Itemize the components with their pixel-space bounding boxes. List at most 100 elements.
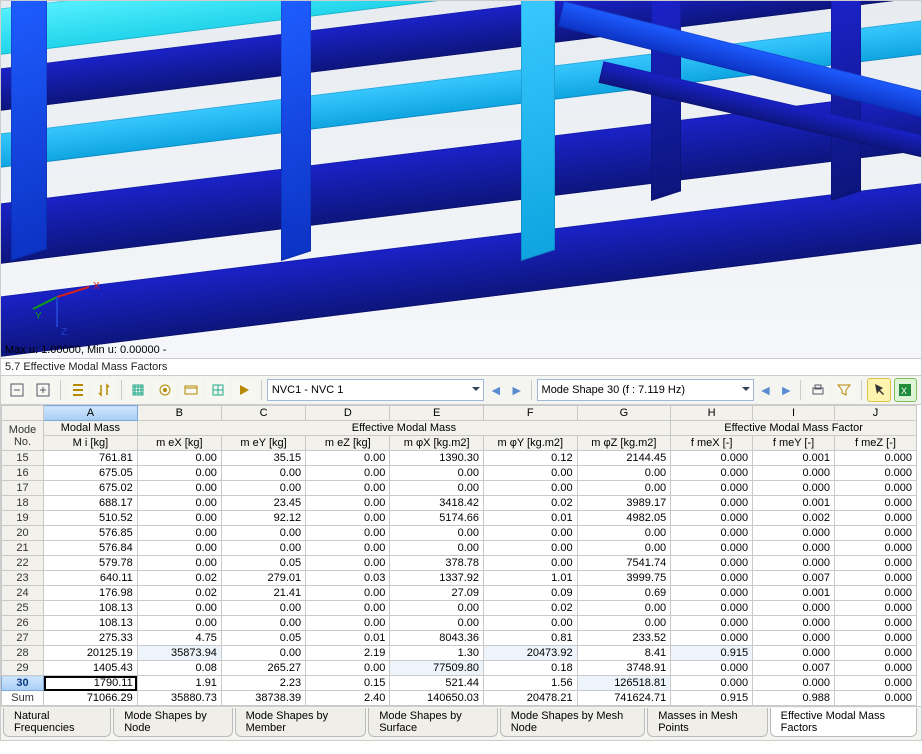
cell[interactable]: 0.00 xyxy=(306,616,390,631)
col-letter-J[interactable]: J xyxy=(834,406,916,421)
cell[interactable]: 0.000 xyxy=(671,451,753,466)
cell[interactable]: 0.08 xyxy=(137,661,221,676)
cell[interactable]: 640.11 xyxy=(44,571,138,586)
cell[interactable]: 0.01 xyxy=(306,631,390,646)
table-row[interactable]: 22579.780.000.050.00378.780.007541.740.0… xyxy=(2,556,917,571)
table-row[interactable]: 2820125.1935873.940.002.191.3020473.928.… xyxy=(2,646,917,661)
next-mode-button[interactable]: ► xyxy=(777,383,795,397)
cell[interactable]: 0.000 xyxy=(834,526,916,541)
cell[interactable]: 0.15 xyxy=(306,676,390,691)
cell[interactable]: 0.000 xyxy=(834,571,916,586)
cell[interactable]: 0.00 xyxy=(221,646,305,661)
cell[interactable]: 675.02 xyxy=(44,481,138,496)
cell[interactable]: 0.000 xyxy=(834,616,916,631)
table-row[interactable]: 25108.130.000.000.000.000.020.000.0000.0… xyxy=(2,601,917,616)
cell[interactable]: 0.00 xyxy=(137,526,221,541)
mode-shape-combo[interactable]: Mode Shape 30 (f : 7.119 Hz) xyxy=(537,379,754,401)
column-sort-button[interactable] xyxy=(92,378,115,402)
cell[interactable]: 92.12 xyxy=(221,511,305,526)
cell[interactable]: 0.02 xyxy=(137,586,221,601)
row-number[interactable]: 29 xyxy=(2,661,44,676)
cell[interactable]: 0.00 xyxy=(484,556,578,571)
cell[interactable]: 510.52 xyxy=(44,511,138,526)
cell[interactable]: 0.000 xyxy=(834,451,916,466)
cell[interactable]: 0.00 xyxy=(221,601,305,616)
cell[interactable]: 8043.36 xyxy=(390,631,484,646)
cell[interactable]: 0.00 xyxy=(390,616,484,631)
cell[interactable]: 2.19 xyxy=(306,646,390,661)
cell[interactable]: 0.00 xyxy=(221,616,305,631)
cell[interactable]: 761.81 xyxy=(44,451,138,466)
cell[interactable]: 0.007 xyxy=(753,571,835,586)
row-number[interactable]: 30 xyxy=(2,676,44,691)
cell[interactable]: 0.000 xyxy=(671,481,753,496)
print-button[interactable] xyxy=(806,378,829,402)
cell[interactable]: 0.000 xyxy=(834,676,916,691)
row-number[interactable]: 19 xyxy=(2,511,44,526)
table-row[interactable]: 23640.110.02279.010.031337.921.013999.75… xyxy=(2,571,917,586)
cell[interactable]: 0.01 xyxy=(484,511,578,526)
cell[interactable]: 20473.92 xyxy=(484,646,578,661)
tab-masses-mesh-points[interactable]: Masses in Mesh Points xyxy=(647,708,767,737)
cell[interactable]: 2.40 xyxy=(306,691,390,706)
cell[interactable]: 0.00 xyxy=(484,466,578,481)
cell[interactable]: 1390.30 xyxy=(390,451,484,466)
col-letter-H[interactable]: H xyxy=(671,406,753,421)
filter-button[interactable] xyxy=(833,378,856,402)
col-letter-C[interactable]: C xyxy=(221,406,305,421)
cell[interactable]: 0.001 xyxy=(753,451,835,466)
col-letter-E[interactable]: E xyxy=(390,406,484,421)
row-number[interactable]: 22 xyxy=(2,556,44,571)
cell[interactable]: 0.00 xyxy=(306,661,390,676)
table-row[interactable]: 291405.430.08265.270.0077509.800.183748.… xyxy=(2,661,917,676)
cell[interactable]: 77509.80 xyxy=(390,661,484,676)
cell[interactable]: 0.000 xyxy=(753,466,835,481)
row-number[interactable]: 24 xyxy=(2,586,44,601)
cell[interactable]: 233.52 xyxy=(577,631,671,646)
cell[interactable]: 0.000 xyxy=(834,646,916,661)
cell[interactable]: 176.98 xyxy=(44,586,138,601)
row-number[interactable]: 27 xyxy=(2,631,44,646)
cell[interactable]: 0.000 xyxy=(753,616,835,631)
cell[interactable]: 0.18 xyxy=(484,661,578,676)
cell[interactable]: 0.000 xyxy=(671,676,753,691)
cell[interactable]: 7541.74 xyxy=(577,556,671,571)
cell[interactable]: 0.001 xyxy=(753,586,835,601)
table-row[interactable]: 20576.850.000.000.000.000.000.000.0000.0… xyxy=(2,526,917,541)
tab-mode-shapes-surface[interactable]: Mode Shapes by Surface xyxy=(368,708,498,737)
cell[interactable]: 0.000 xyxy=(671,526,753,541)
cell[interactable]: 0.00 xyxy=(484,616,578,631)
cell[interactable]: 0.00 xyxy=(484,541,578,556)
cell[interactable]: 8.41 xyxy=(577,646,671,661)
cell[interactable]: 0.05 xyxy=(221,556,305,571)
cell[interactable]: 3748.91 xyxy=(577,661,671,676)
next-case-button[interactable]: ► xyxy=(508,383,526,397)
tab-mode-shapes-member[interactable]: Mode Shapes by Member xyxy=(235,708,367,737)
cell[interactable]: 0.00 xyxy=(577,481,671,496)
table-row[interactable]: 16675.050.000.000.000.000.000.000.0000.0… xyxy=(2,466,917,481)
cell[interactable]: 1.56 xyxy=(484,676,578,691)
table-row[interactable]: 21576.840.000.000.000.000.000.000.0000.0… xyxy=(2,541,917,556)
cell[interactable]: 0.00 xyxy=(484,526,578,541)
cell[interactable]: 1.30 xyxy=(390,646,484,661)
cell[interactable]: 0.00 xyxy=(137,511,221,526)
cell[interactable]: 1.01 xyxy=(484,571,578,586)
cell[interactable]: 0.000 xyxy=(671,496,753,511)
cell[interactable]: 0.00 xyxy=(306,526,390,541)
cell[interactable]: 0.000 xyxy=(671,571,753,586)
row-number[interactable]: 15 xyxy=(2,451,44,466)
cell[interactable]: 0.00 xyxy=(306,451,390,466)
table-row[interactable]: 24176.980.0221.410.0027.090.090.690.0000… xyxy=(2,586,917,601)
cell[interactable]: 0.00 xyxy=(137,616,221,631)
cell[interactable]: 0.00 xyxy=(306,466,390,481)
row-number[interactable]: 28 xyxy=(2,646,44,661)
row-number[interactable]: 21 xyxy=(2,541,44,556)
results-grid[interactable]: A B C D E F G H I J Mode No. Modal Mass … xyxy=(0,405,922,707)
cell[interactable]: 27.09 xyxy=(390,586,484,601)
cell[interactable]: 3989.17 xyxy=(577,496,671,511)
cell[interactable]: 1337.92 xyxy=(390,571,484,586)
row-number[interactable]: Sum xyxy=(2,691,44,706)
cell[interactable]: 0.00 xyxy=(577,466,671,481)
show-deformed-button[interactable] xyxy=(153,378,176,402)
cell[interactable]: 71066.29 xyxy=(44,691,138,706)
